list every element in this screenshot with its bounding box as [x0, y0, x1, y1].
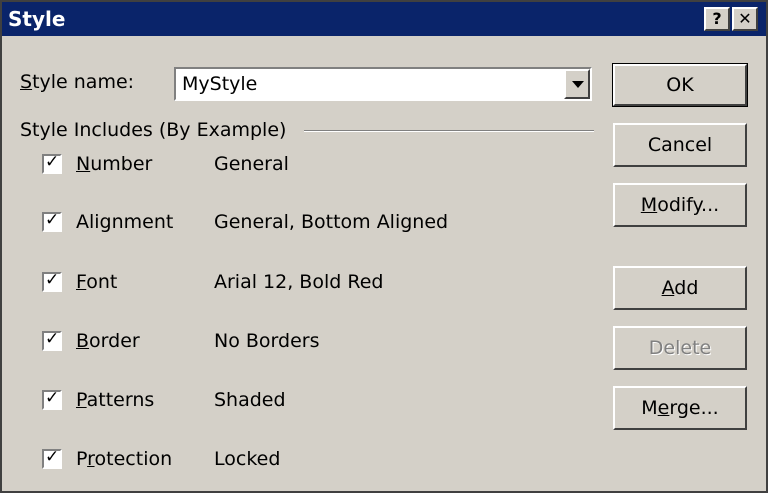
- label-alignment: Alignment: [76, 211, 174, 233]
- close-icon: ✕: [738, 9, 752, 28]
- style-dialog: Style ? ✕ Style name: MyStyle Style Incl…: [0, 0, 768, 493]
- check-icon: ✓: [45, 388, 60, 408]
- group-label: Style Includes (By Example): [20, 119, 287, 141]
- label-border: Border: [76, 330, 140, 352]
- label-number: Number: [76, 153, 153, 175]
- dropdown-arrow-icon[interactable]: [564, 69, 590, 99]
- merge-button[interactable]: Merge...: [613, 386, 747, 430]
- cancel-button[interactable]: Cancel: [613, 123, 747, 167]
- style-name-value: MyStyle: [182, 73, 258, 95]
- dialog-title: Style: [8, 7, 66, 31]
- checkbox-border[interactable]: ✓: [42, 329, 62, 351]
- group-divider: [304, 130, 594, 132]
- value-number: General: [214, 153, 289, 175]
- style-name-label: Style name:: [20, 71, 135, 93]
- style-name-combobox[interactable]: MyStyle: [174, 67, 592, 101]
- value-protection: Locked: [214, 448, 281, 470]
- checkbox-protection[interactable]: ✓: [42, 447, 62, 469]
- ok-button[interactable]: OK: [612, 63, 748, 107]
- close-button[interactable]: ✕: [732, 7, 758, 31]
- value-alignment: General, Bottom Aligned: [214, 211, 449, 233]
- value-border: No Borders: [214, 330, 320, 352]
- check-icon: ✓: [45, 447, 60, 467]
- checkbox-font[interactable]: ✓: [42, 270, 62, 292]
- add-button[interactable]: Add: [613, 266, 747, 310]
- checkbox-number[interactable]: ✓: [42, 152, 62, 174]
- checkbox-patterns[interactable]: ✓: [42, 388, 62, 410]
- check-icon: ✓: [45, 329, 60, 349]
- label-patterns: Patterns: [76, 389, 155, 411]
- delete-button[interactable]: Delete: [613, 326, 747, 370]
- check-icon: ✓: [45, 210, 60, 230]
- check-icon: ✓: [45, 152, 60, 172]
- value-font: Arial 12, Bold Red: [214, 271, 384, 293]
- checkbox-alignment[interactable]: ✓: [42, 210, 62, 232]
- help-button[interactable]: ?: [704, 7, 730, 31]
- label-protection: Protection: [76, 448, 173, 470]
- check-icon: ✓: [45, 270, 60, 290]
- title-bar: Style ? ✕: [2, 2, 766, 36]
- modify-button[interactable]: Modify...: [613, 183, 747, 227]
- label-font: Font: [76, 271, 118, 293]
- question-icon: ?: [712, 9, 722, 28]
- value-patterns: Shaded: [214, 389, 286, 411]
